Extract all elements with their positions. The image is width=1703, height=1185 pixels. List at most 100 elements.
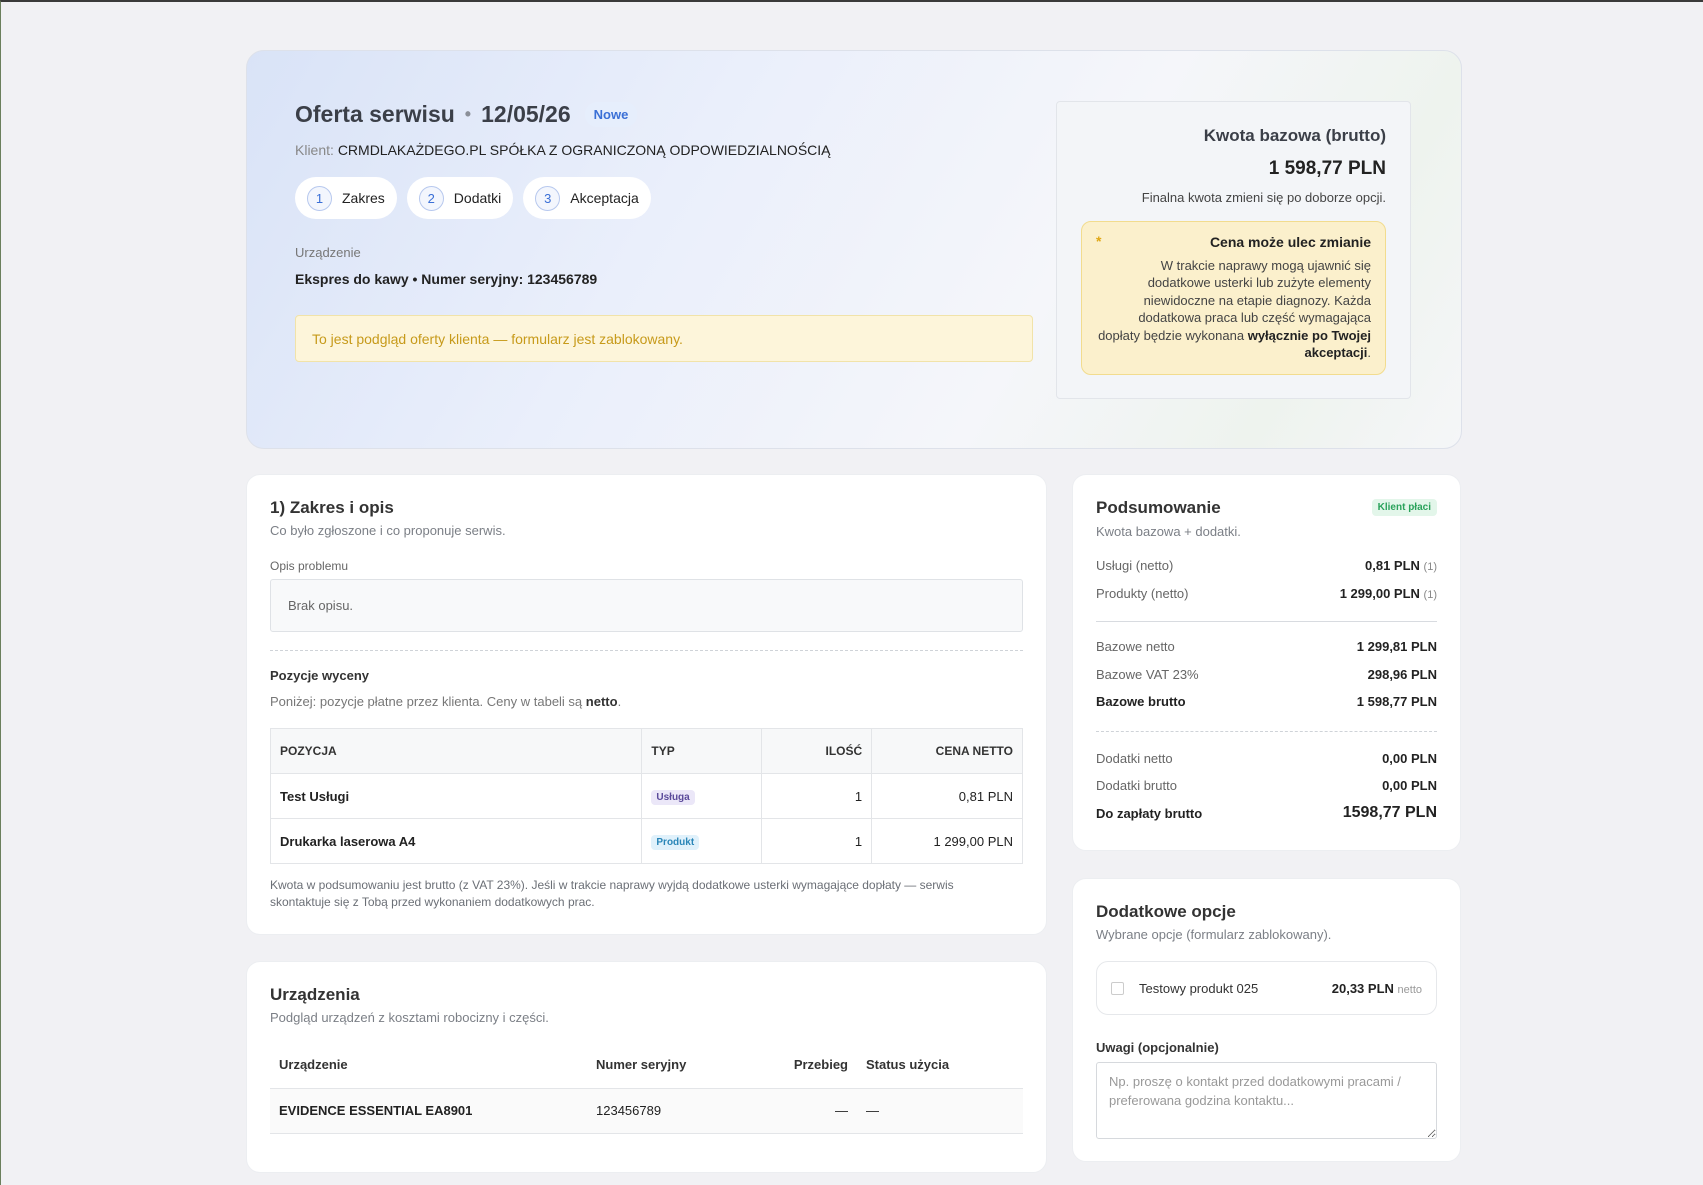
page-title: Oferta serwisu • 12/05/26 Nowe [295, 101, 638, 128]
position-name: Test Usługi [269, 773, 643, 819]
option-name: Testowy produkt 025 [1139, 980, 1259, 996]
type-badge: Produkt [651, 834, 700, 850]
base-gross-label: Bazowe brutto [1096, 694, 1186, 709]
table-row: EVIDENCE ESSENTIAL EA8901 123456789 — — [270, 1088, 1023, 1134]
option-checkbox[interactable] [1111, 981, 1124, 995]
column-header: Status użycia [857, 1042, 1023, 1089]
step-scope[interactable]: 1 Zakres [295, 177, 397, 219]
column-header: TYP [641, 728, 763, 774]
position-price: 0,81 PLN [871, 773, 1023, 819]
position-type-cell: Usługa [641, 773, 763, 819]
column-header: Urządzenie [270, 1042, 587, 1089]
problem-field[interactable]: Brak opisu. [270, 579, 1023, 632]
asterisk-icon: * [1096, 233, 1102, 249]
notes-label: Uwagi (opcjonalnie) [1096, 1040, 1219, 1055]
summary-subtitle: Kwota bazowa + dodatki. [1096, 524, 1241, 539]
services-label: Usługi (netto) [1096, 558, 1174, 573]
step-number: 2 [418, 185, 444, 211]
step-acceptance[interactable]: 3 Akceptacja [523, 177, 651, 219]
positions-subtitle: Poniżej: pozycje płatne przez klienta. C… [270, 694, 621, 709]
step-label: Zakres [342, 190, 385, 206]
option-item[interactable]: Testowy produkt 025 20,33 PLN netto [1096, 961, 1437, 1015]
options-card: Dodatkowe opcje Wybrane opcje (formularz… [1072, 878, 1461, 1162]
device-value: Ekspres do kawy • Numer seryjny: 1234567… [295, 271, 598, 287]
type-badge: Usługa [651, 789, 695, 805]
options-subtitle: Wybrane opcje (formularz zablokowany). [1096, 927, 1332, 942]
table-header-row: Urządzenie Numer seryjny Przebieg Status… [270, 1042, 1023, 1089]
column-header: POZYCJA [269, 728, 643, 774]
step-extras[interactable]: 2 Dodatki [406, 177, 514, 219]
stepper: 1 Zakres 2 Dodatki 3 Akceptacja [295, 177, 651, 219]
price-warning: * Cena może ulec zmianie W trakcie napra… [1081, 221, 1386, 375]
payer-badge: Klient płaci [1371, 499, 1437, 516]
base-vat-value: 298,96 PLN [1367, 667, 1437, 682]
divider [1096, 621, 1437, 622]
scope-title: 1) Zakres i opis [270, 498, 394, 517]
base-net-label: Bazowe netto [1096, 639, 1175, 654]
base-vat-label: Bazowe VAT 23% [1096, 667, 1199, 682]
step-label: Akceptacja [570, 190, 639, 206]
positions-table: POZYCJA TYP ILOŚĆ CENA NETTO Test Usługi… [269, 728, 1023, 864]
summary-card: Podsumowanie Klient płaci Kwota bazowa +… [1072, 474, 1461, 851]
products-row: Produkty (netto) 1 299,00 PLN (1) [1096, 586, 1437, 601]
divider [270, 650, 1023, 651]
warning-text: W trakcie naprawy mogą ujawnić się dodat… [1096, 257, 1371, 362]
products-value: 1 299,00 PLN [1339, 586, 1420, 601]
positions-sub-text: Poniżej: pozycje płatne przez klienta. C… [270, 694, 583, 709]
column-header: CENA NETTO [871, 728, 1023, 774]
extra-net-row: Dodatki netto 0,00 PLN [1096, 751, 1437, 766]
notes-textarea[interactable] [1096, 1062, 1437, 1139]
device-label: Urządzenie [295, 245, 361, 260]
table-header-row: POZYCJA TYP ILOŚĆ CENA NETTO [269, 728, 1023, 774]
table-row: Drukarka laserowa A4 Produkt 1 1 299,00 … [269, 818, 1023, 864]
base-vat-row: Bazowe VAT 23% 298,96 PLN [1096, 667, 1437, 682]
client-label: Klient: [295, 142, 334, 158]
base-gross-value: 1 598,77 PLN [1356, 694, 1437, 709]
step-number: 1 [307, 185, 332, 211]
column-header: Przebieg [777, 1042, 857, 1089]
positions-sub-bold: netto [585, 694, 618, 709]
status-badge: Nowe [584, 102, 638, 127]
problem-label: Opis problemu [270, 559, 349, 573]
extra-net-label: Dodatki netto [1096, 751, 1173, 766]
offer-date: 12/05/26 [481, 101, 571, 127]
divider [1096, 731, 1437, 732]
locked-notice: To jest podgląd oferty klienta — formula… [295, 315, 1033, 362]
device-mileage: — [777, 1088, 857, 1134]
summary-title: Podsumowanie [1096, 498, 1221, 517]
warning-bold: wyłącznie po Twojej akceptacji [1247, 327, 1371, 361]
products-label: Produkty (netto) [1096, 586, 1189, 601]
extra-gross-value: 0,00 PLN [1382, 778, 1437, 793]
positions-sub-end: . [617, 694, 622, 709]
warning-title: Cena może ulec zmianie [1209, 234, 1371, 250]
devices-subtitle: Podgląd urządzeń z kosztami robocizny i … [270, 1010, 549, 1025]
extra-gross-label: Dodatki brutto [1096, 778, 1177, 793]
extra-gross-row: Dodatki brutto 0,00 PLN [1096, 778, 1437, 793]
client-line: Klient: CRMDLAKAŻDEGO.PL SPÓŁKA Z OGRANI… [295, 142, 831, 158]
column-header: Numer seryjny [587, 1042, 777, 1089]
services-value: 0,81 PLN [1365, 558, 1420, 573]
devices-title: Urządzenia [270, 985, 360, 1004]
services-row: Usługi (netto) 0,81 PLN (1) [1096, 558, 1437, 573]
options-title: Dodatkowe opcje [1096, 902, 1236, 921]
title-separator: • [464, 104, 472, 124]
base-price-amount: 1 598,77 PLN [1268, 158, 1386, 179]
warning-end: . [1367, 345, 1371, 360]
position-qty: 1 [761, 773, 873, 819]
option-price: 20,33 PLN [1331, 980, 1394, 996]
gross-footnote: Kwota w podsumowaniu jest brutto (z VAT … [270, 878, 954, 909]
position-name: Drukarka laserowa A4 [269, 818, 643, 864]
total-label: Do zapłaty brutto [1096, 805, 1203, 821]
products-count: (1) [1423, 589, 1437, 601]
base-price-box: Kwota bazowa (brutto) 1 598,77 PLN Final… [1056, 101, 1411, 399]
base-net-row: Bazowe netto 1 299,81 PLN [1096, 639, 1437, 654]
base-gross-row: Bazowe brutto 1 598,77 PLN [1096, 694, 1437, 709]
table-row: Test Usługi Usługa 1 0,81 PLN [269, 773, 1023, 819]
device-name: EVIDENCE ESSENTIAL EA8901 [270, 1088, 587, 1134]
extra-net-value: 0,00 PLN [1382, 751, 1437, 766]
base-net-value: 1 299,81 PLN [1356, 639, 1437, 654]
base-price-note: Finalna kwota zmieni się po doborze opcj… [1141, 190, 1386, 205]
total-value: 1598,77 PLN [1342, 804, 1437, 821]
devices-card: Urządzenia Podgląd urządzeń z kosztami r… [246, 961, 1047, 1173]
offer-title: Oferta serwisu [295, 101, 455, 127]
